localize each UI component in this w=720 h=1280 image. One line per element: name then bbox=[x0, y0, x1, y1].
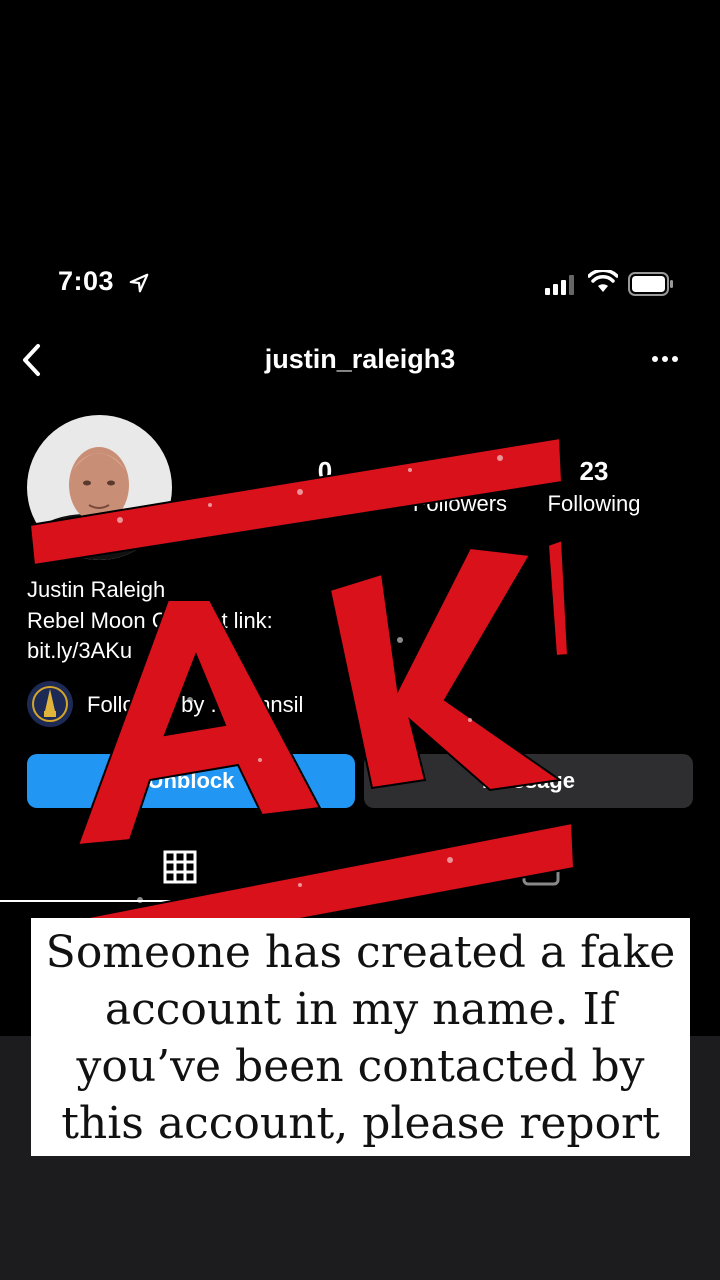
stat-following[interactable]: 23 Following bbox=[535, 456, 653, 517]
more-options-icon[interactable] bbox=[650, 352, 680, 366]
cellular-signal-icon bbox=[545, 275, 574, 295]
bio-line: Rebel Moon Contest link: bbox=[27, 608, 273, 633]
posts-label: Posts bbox=[297, 491, 353, 516]
profile-display-name: Justin Raleigh bbox=[27, 577, 166, 602]
bio-link[interactable]: bit.ly/3AKu bbox=[27, 638, 132, 664]
status-time: 7:03 bbox=[58, 266, 115, 296]
followed-by-avatar[interactable] bbox=[27, 681, 73, 727]
following-label: Following bbox=[547, 491, 641, 516]
stat-posts[interactable]: 0 Posts bbox=[280, 456, 370, 517]
profile-avatar[interactable] bbox=[27, 415, 172, 560]
wifi-icon bbox=[588, 270, 618, 292]
following-count: 23 bbox=[579, 456, 609, 486]
followed-by-text[interactable]: Followed by ...ieannsil bbox=[87, 692, 303, 718]
tagged-tab-icon[interactable] bbox=[522, 856, 560, 886]
stat-followers[interactable]: Followers bbox=[400, 456, 520, 517]
profile-username: justin_raleigh3 bbox=[264, 344, 456, 374]
battery-icon bbox=[628, 272, 673, 296]
followers-count bbox=[400, 456, 520, 487]
grid-tab-icon[interactable] bbox=[163, 850, 197, 884]
active-tab-underline bbox=[0, 900, 360, 902]
message-button[interactable]: Message bbox=[364, 754, 693, 808]
posts-count: 0 bbox=[317, 456, 333, 486]
followers-label: Followers bbox=[412, 491, 508, 516]
warning-caption: Someone has created a fake account in my… bbox=[31, 918, 690, 1156]
unblock-button[interactable]: Unblock bbox=[27, 754, 355, 808]
location-arrow-icon bbox=[129, 273, 149, 293]
